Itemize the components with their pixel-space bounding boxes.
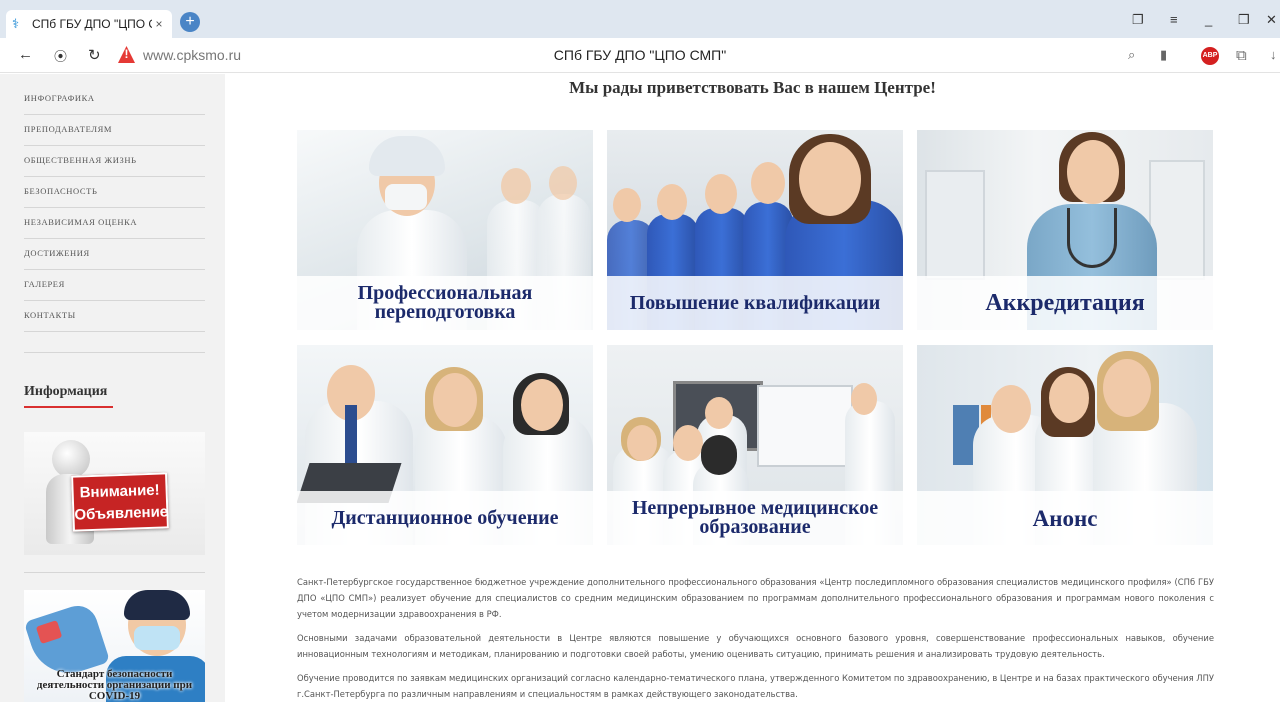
info-heading: Информация <box>24 384 108 399</box>
browser-tab-bar: ⚕ СПб ГБУ ДПО "ЦПО С\ × + ❐ ≡ _ ❒ ✕ <box>0 0 1280 38</box>
tile-caption: Повышение квалификации <box>607 276 903 330</box>
sidebar-item-gallery[interactable]: ГАЛЕРЕЯ <box>24 270 205 301</box>
tab-title: СПб ГБУ ДПО "ЦПО С\ <box>32 17 152 31</box>
tile-caption: Непрерывное медицинское образование <box>607 491 903 545</box>
tile-caption: Дистанционное обучение <box>297 491 593 545</box>
tile-qualification-upgrade[interactable]: Повышение квалификации <box>607 130 903 330</box>
adblock-icon[interactable]: ABP <box>1201 47 1219 65</box>
caduceus-favicon-icon: ⚕ <box>12 16 20 31</box>
bookmark-icon[interactable]: ▮ <box>1160 47 1167 63</box>
download-icon[interactable]: ↓ <box>1270 47 1277 62</box>
tab-list-icon[interactable]: ❐ <box>1132 12 1144 28</box>
heading-underline <box>24 406 113 408</box>
doctor-hair-illustration <box>124 590 190 620</box>
protect-icon[interactable]: ⦿ <box>54 46 67 65</box>
warning-icon[interactable]: ! <box>118 46 135 63</box>
figure-head-illustration <box>52 440 90 478</box>
tile-accreditation[interactable]: Аккредитация <box>917 130 1213 330</box>
sidebar-item-security[interactable]: БЕЗОПАСНОСТЬ <box>24 177 205 208</box>
announcement-banner[interactable]: Внимание! Объявление <box>24 432 205 555</box>
covid-standard-banner[interactable]: Стандарт безопасности деятельности орган… <box>24 590 205 702</box>
sidebar-item-independent-assessment[interactable]: НЕЗАВИСИМАЯ ОЦЕНКА <box>24 208 205 239</box>
sidebar-menu: ИНФОГРАФИКА ПРЕПОДАВАТЕЛЯМ ОБЩЕСТВЕННАЯ … <box>24 84 205 332</box>
tile-caption: Профессиональная переподготовка <box>297 276 593 330</box>
divider <box>24 572 205 573</box>
minimize-icon[interactable]: _ <box>1205 12 1212 27</box>
tile-announcement[interactable]: Анонс <box>917 345 1213 545</box>
mask-illustration <box>134 626 180 650</box>
announcement-sign: Внимание! Объявление <box>71 472 169 532</box>
description-paragraph: Обучение проводится по заявкам медицинск… <box>297 673 1214 699</box>
reload-icon[interactable]: ↻ <box>88 46 101 64</box>
banner-caption: Стандарт безопасности деятельности орган… <box>36 668 193 702</box>
sidebar-item-infographics[interactable]: ИНФОГРАФИКА <box>24 84 205 115</box>
welcome-heading: Мы рады приветствовать Вас в нашем Центр… <box>569 78 936 97</box>
url-field[interactable]: ! www.cpksmo.ru <box>118 46 241 63</box>
extension-icon[interactable]: ⧉ <box>1236 47 1247 64</box>
tab-close-icon[interactable]: × <box>152 17 166 31</box>
sidebar-item-achievements[interactable]: ДОСТИЖЕНИЯ <box>24 239 205 270</box>
banner-line1: Внимание! <box>79 481 160 502</box>
close-window-icon[interactable]: ✕ <box>1266 12 1277 28</box>
restore-icon[interactable]: ❒ <box>1238 12 1250 28</box>
tile-continuing-medical-education[interactable]: Непрерывное медицинское образование <box>607 345 903 545</box>
menu-icon[interactable]: ≡ <box>1170 12 1178 27</box>
divider <box>24 352 205 353</box>
description-paragraph: Санкт-Петербургское государственное бюдж… <box>297 577 1214 619</box>
search-icon[interactable]: ⌕ <box>1128 47 1135 63</box>
address-bar: ← ⦿ ↻ ! www.cpksmo.ru СПб ГБУ ДПО "ЦПО С… <box>0 38 1280 73</box>
description-paragraph: Основными задачами образовательной деяте… <box>297 633 1214 659</box>
banner-line2: Объявление <box>74 503 169 524</box>
sidebar-item-social-life[interactable]: ОБЩЕСТВЕННАЯ ЖИЗНЬ <box>24 146 205 177</box>
sidebar-item-contacts[interactable]: КОНТАКТЫ <box>24 301 205 332</box>
tile-caption: Анонс <box>917 491 1213 545</box>
new-tab-button[interactable]: + <box>180 12 200 32</box>
url-text: www.cpksmo.ru <box>143 46 242 63</box>
browser-tab[interactable]: ⚕ СПб ГБУ ДПО "ЦПО С\ × <box>6 10 172 38</box>
tile-professional-retraining[interactable]: Профессиональная переподготовка <box>297 130 593 330</box>
sidebar-item-teachers[interactable]: ПРЕПОДАВАТЕЛЯМ <box>24 115 205 146</box>
sidebar: ИНФОГРАФИКА ПРЕПОДАВАТЕЛЯМ ОБЩЕСТВЕННАЯ … <box>0 74 225 702</box>
back-icon[interactable]: ← <box>18 46 33 63</box>
tile-distance-learning[interactable]: Дистанционное обучение <box>297 345 593 545</box>
tile-caption: Аккредитация <box>917 276 1213 330</box>
